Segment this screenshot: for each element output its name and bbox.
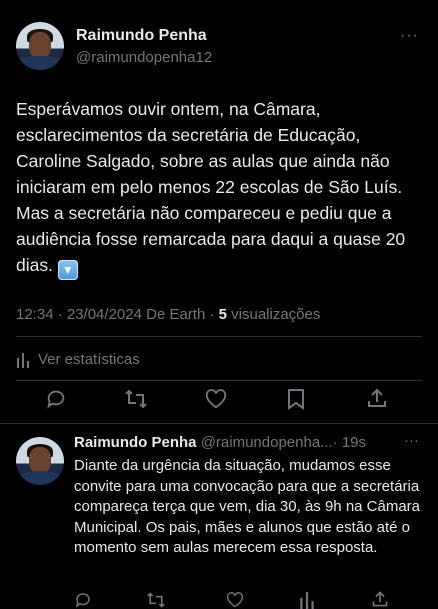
retweet-icon[interactable] bbox=[124, 388, 148, 410]
reply-more-options-icon[interactable]: ··· bbox=[404, 432, 419, 449]
author-handle[interactable]: @raimundopenha12 bbox=[76, 49, 212, 66]
post-body: Esperávamos ouvir ontem, na Câmara, escl… bbox=[16, 99, 406, 275]
like-icon[interactable] bbox=[205, 389, 227, 409]
post-timestamp[interactable]: 12:34 · 23/04/2024 De Earth · bbox=[16, 306, 219, 323]
reply-reply-icon[interactable] bbox=[74, 591, 92, 609]
post-meta: 12:34 · 23/04/2024 De Earth · 5 visualiz… bbox=[16, 306, 320, 323]
reply-like-icon[interactable] bbox=[226, 592, 244, 608]
reply-views-icon[interactable] bbox=[299, 591, 315, 609]
post-text: Esperávamos ouvir ontem, na Câmara, escl… bbox=[16, 96, 421, 280]
down-arrow-emoji-icon: ▼ bbox=[57, 260, 78, 280]
share-icon[interactable] bbox=[366, 387, 388, 409]
bookmark-icon[interactable] bbox=[287, 388, 305, 410]
reply-retweet-icon[interactable] bbox=[146, 591, 166, 609]
stats-icon bbox=[16, 352, 30, 368]
author-avatar[interactable] bbox=[16, 22, 64, 70]
view-stats-link[interactable]: Ver estatísticas bbox=[16, 351, 140, 368]
reply-icon[interactable] bbox=[45, 388, 67, 410]
divider-meta bbox=[16, 336, 422, 337]
author-name[interactable]: Raimundo Penha bbox=[76, 27, 207, 45]
reply-author-avatar[interactable] bbox=[16, 437, 64, 485]
view-stats-label: Ver estatísticas bbox=[38, 351, 140, 368]
reply-author-handle[interactable]: @raimundopenha... bbox=[201, 434, 333, 451]
reply-text: Diante da urgência da situação, mudamos … bbox=[74, 457, 421, 556]
reply-header: Raimundo Penha @raimundopenha...· 19s bbox=[74, 434, 366, 451]
divider-stats bbox=[16, 380, 422, 381]
views-label: visualizações bbox=[226, 306, 321, 323]
views-count: 5 bbox=[218, 306, 227, 323]
more-options-icon[interactable]: ··· bbox=[400, 27, 419, 45]
reply-share-icon[interactable] bbox=[371, 590, 389, 608]
reply-author-name[interactable]: Raimundo Penha bbox=[74, 434, 197, 451]
reply-time[interactable]: · 19s bbox=[333, 434, 366, 451]
divider-actions bbox=[0, 423, 438, 424]
